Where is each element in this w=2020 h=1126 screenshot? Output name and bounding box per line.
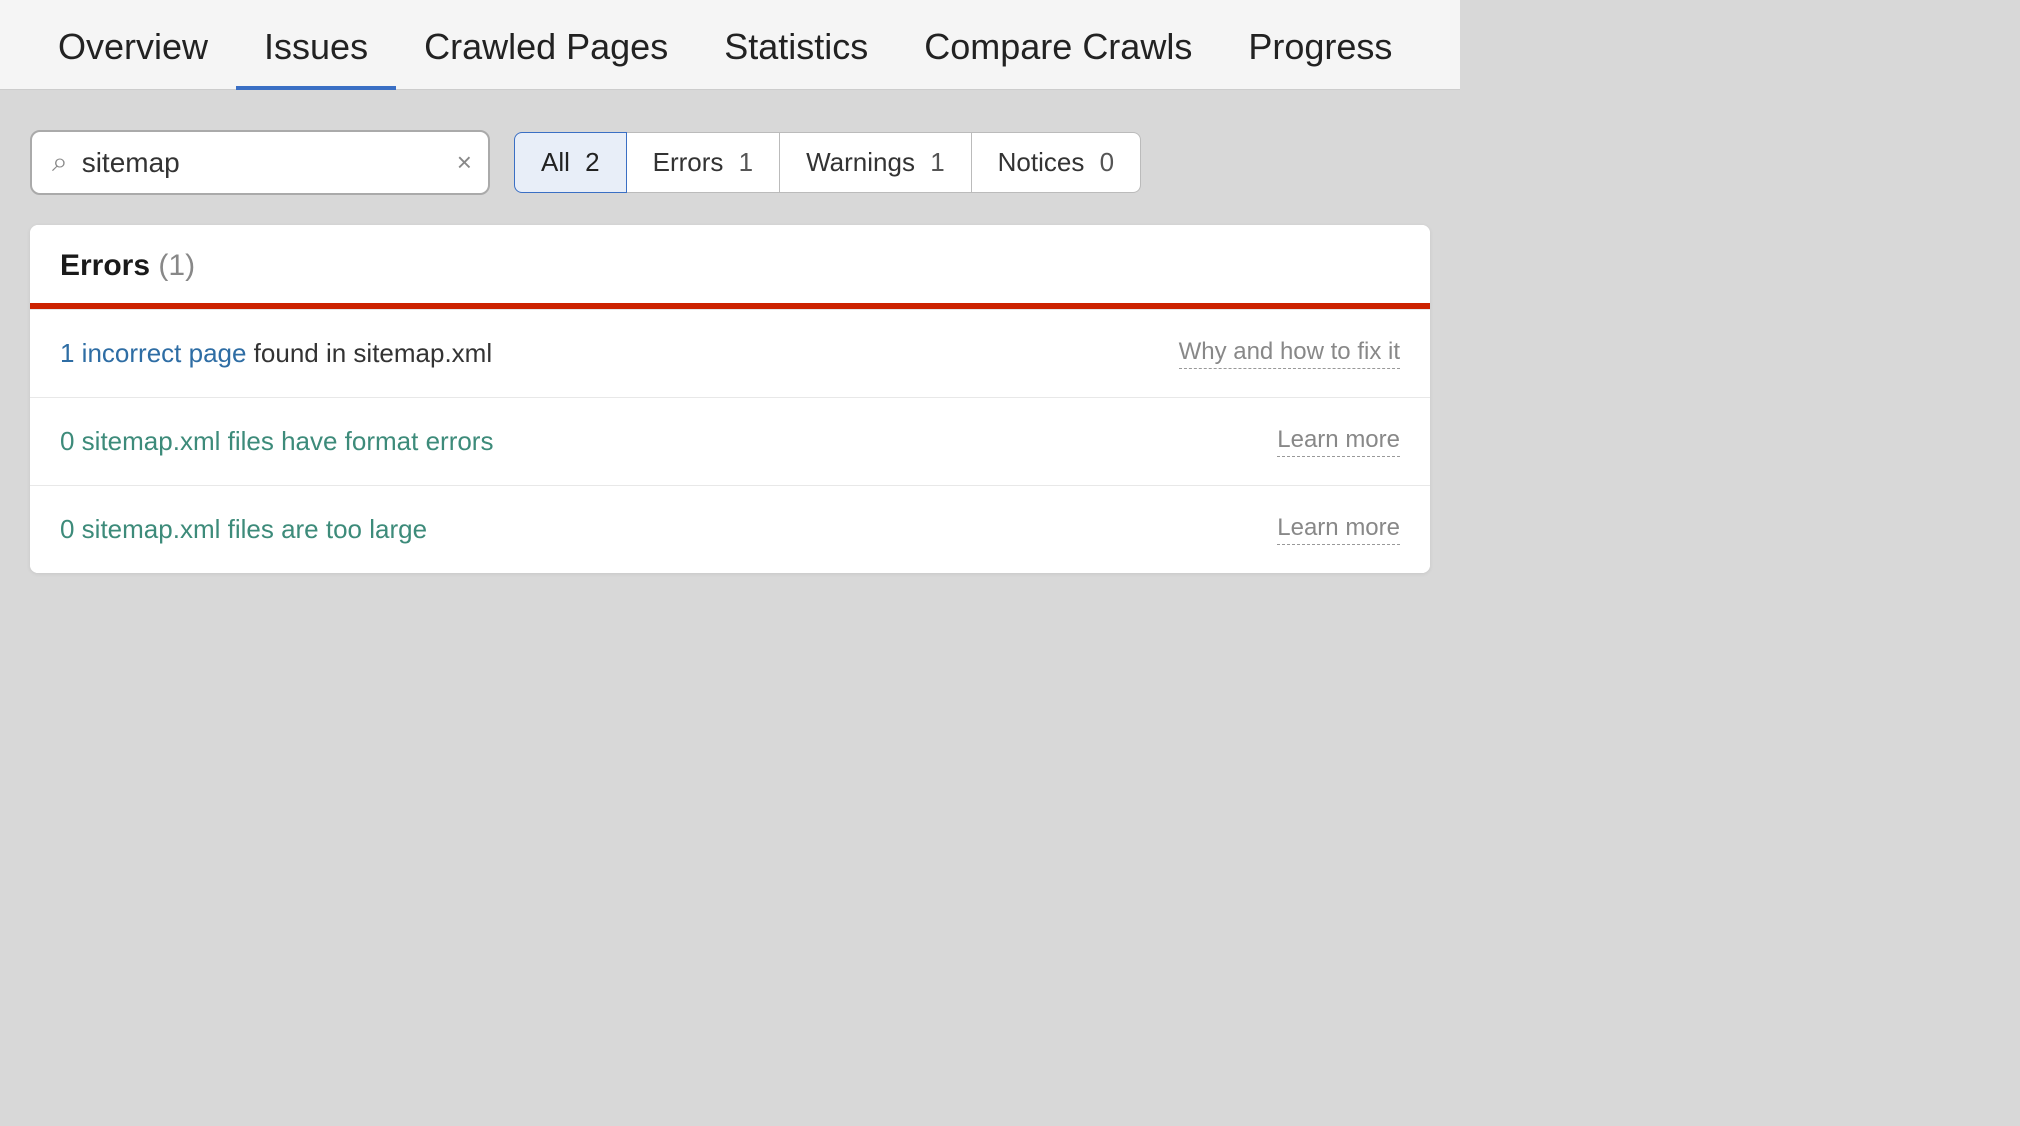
search-box: ⌕ ×: [30, 130, 490, 195]
filter-warnings-count: 1: [930, 147, 944, 177]
tab-statistics[interactable]: Statistics: [696, 8, 896, 90]
issue-row: 1 incorrect page found in sitemap.xml Wh…: [30, 309, 1430, 397]
filter-tabs: All 2 Errors 1 Warnings 1 Notices 0: [514, 132, 1141, 193]
errors-count: (1): [158, 249, 195, 282]
search-input[interactable]: [82, 147, 443, 179]
issue-description: 0 sitemap.xml files have format errors: [60, 426, 1247, 457]
search-icon: ⌕: [52, 146, 68, 179]
learn-more-link[interactable]: Learn more: [1277, 426, 1400, 457]
clear-icon[interactable]: ×: [457, 147, 472, 178]
issue-link[interactable]: 0 sitemap.xml files have format errors: [60, 426, 493, 456]
search-filter-row: ⌕ × All 2 Errors 1 Warnings 1 Notices 0: [30, 130, 1430, 195]
filter-tab-notices[interactable]: Notices 0: [972, 132, 1141, 193]
filter-all-label: All: [541, 147, 570, 177]
filter-tab-warnings[interactable]: Warnings 1: [780, 132, 972, 193]
tab-overview[interactable]: Overview: [30, 8, 236, 90]
issue-row: 0 sitemap.xml files are too large Learn …: [30, 485, 1430, 573]
tab-issues[interactable]: Issues: [236, 8, 396, 90]
filter-notices-label: Notices: [998, 147, 1085, 177]
filter-tab-all[interactable]: All 2: [514, 132, 627, 193]
errors-heading: Errors: [60, 249, 150, 282]
issue-row: 0 sitemap.xml files have format errors L…: [30, 397, 1430, 485]
top-navigation: Overview Issues Crawled Pages Statistics…: [0, 0, 1460, 90]
errors-section-header: Errors (1): [30, 225, 1430, 303]
why-fix-link[interactable]: Why and how to fix it: [1179, 338, 1400, 369]
issue-link[interactable]: 1 incorrect page: [60, 338, 246, 368]
issue-link[interactable]: 0 sitemap.xml files are too large: [60, 514, 427, 544]
tab-compare-crawls[interactable]: Compare Crawls: [896, 8, 1220, 90]
filter-errors-label: Errors: [653, 147, 724, 177]
issue-description: 0 sitemap.xml files are too large: [60, 514, 1247, 545]
filter-errors-count: 1: [739, 147, 753, 177]
filter-warnings-label: Warnings: [806, 147, 915, 177]
main-content: ⌕ × All 2 Errors 1 Warnings 1 Notices 0: [0, 90, 1460, 613]
issues-panel: Errors (1) 1 incorrect page found in sit…: [30, 225, 1430, 573]
tab-crawled-pages[interactable]: Crawled Pages: [396, 8, 696, 90]
learn-more-link[interactable]: Learn more: [1277, 514, 1400, 545]
issue-rest-text: found in sitemap.xml: [246, 338, 492, 368]
tab-progress[interactable]: Progress: [1220, 8, 1420, 90]
filter-tab-errors[interactable]: Errors 1: [627, 132, 780, 193]
issue-description: 1 incorrect page found in sitemap.xml: [60, 338, 1149, 369]
filter-all-count: 2: [585, 147, 599, 177]
filter-notices-count: 0: [1100, 147, 1114, 177]
